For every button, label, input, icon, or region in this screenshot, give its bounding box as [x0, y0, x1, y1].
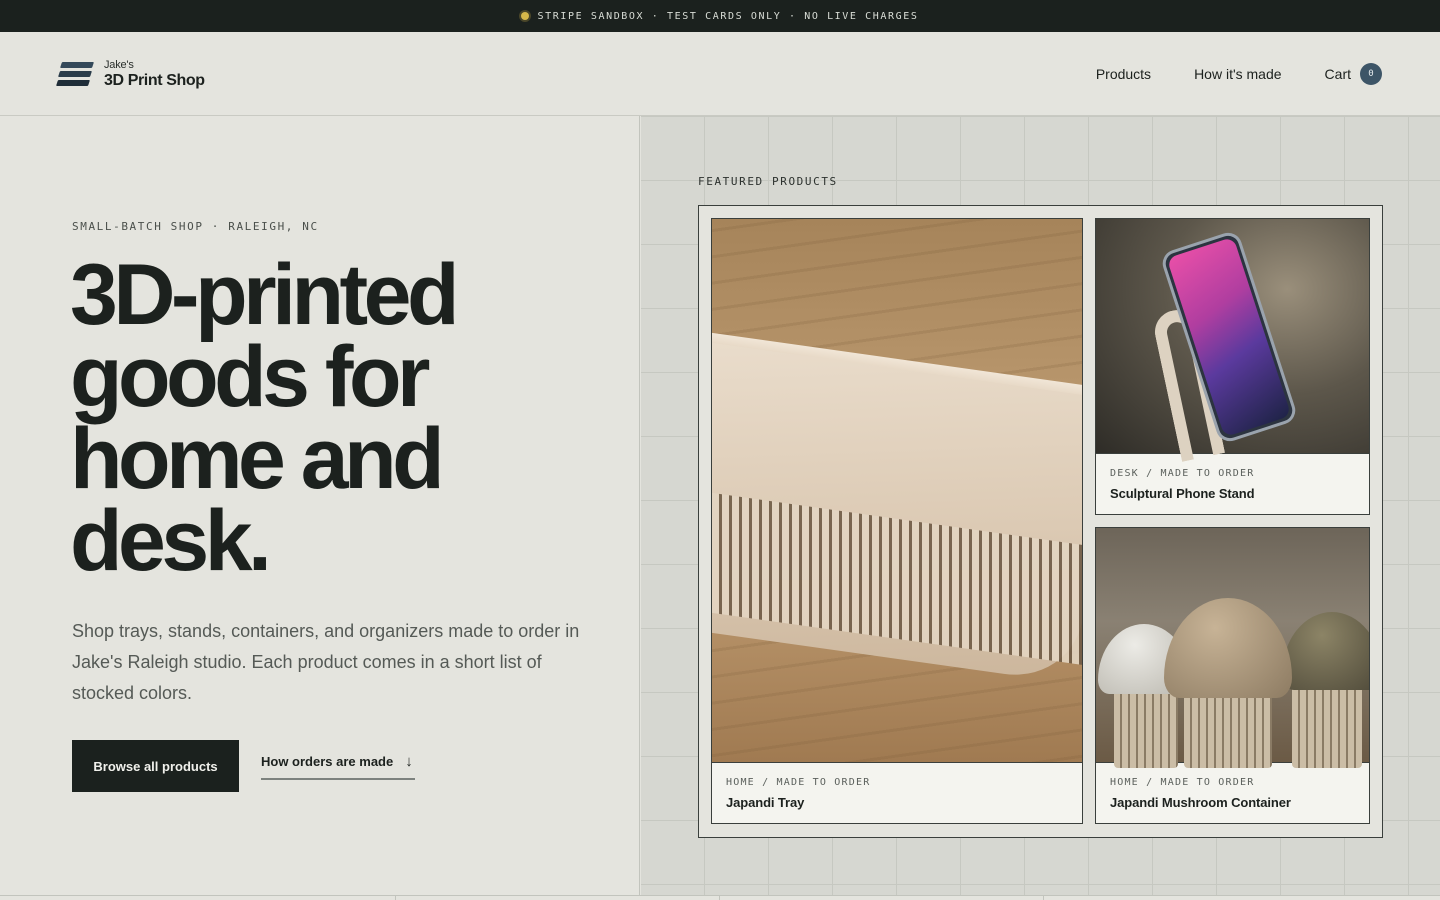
product-card-phone-stand[interactable]: DESK / MADE TO ORDER Sculptural Phone St… — [1095, 218, 1370, 515]
nav-link-how-its-made[interactable]: How it's made — [1194, 66, 1281, 82]
status-dot-icon — [521, 12, 530, 20]
product-name: Japandi Tray — [726, 795, 805, 810]
featured-section: FEATURED PRODUCTS HOME / MADE TO ORDER J… — [641, 116, 1440, 896]
site-logo[interactable]: Jake's 3D Print Shop — [56, 60, 205, 89]
main-nav: Products How it's made Cart 0 — [1053, 32, 1382, 116]
logo-layers-icon — [56, 61, 94, 89]
hero-section: SMALL-BATCH SHOP · RALEIGH, NC 3D-printe… — [0, 116, 640, 896]
how-orders-made-link[interactable]: How orders are made ↓ — [261, 754, 415, 780]
site-header: Jake's 3D Print Shop Products How it's m… — [0, 32, 1440, 116]
product-category: HOME / MADE TO ORDER — [1110, 777, 1255, 788]
sandbox-banner-text: STRIPE SANDBOX · TEST CARDS ONLY · NO LI… — [537, 10, 919, 22]
cart-count-badge: 0 — [1360, 63, 1382, 85]
sandbox-banner: STRIPE SANDBOX · TEST CARDS ONLY · NO LI… — [0, 0, 1440, 32]
nav-link-products[interactable]: Products — [1096, 66, 1151, 82]
mushroom-container-image — [1096, 528, 1369, 768]
phone-stand-image — [1096, 219, 1369, 462]
product-name: Japandi Mushroom Container — [1110, 795, 1291, 810]
hero-eyebrow: SMALL-BATCH SHOP · RALEIGH, NC — [72, 220, 319, 233]
product-card-japandi-tray[interactable]: HOME / MADE TO ORDER Japandi Tray — [711, 218, 1083, 824]
japandi-tray-image — [712, 219, 1082, 763]
cart-label: Cart — [1324, 66, 1351, 82]
product-category: DESK / MADE TO ORDER — [1110, 468, 1255, 479]
how-orders-made-label: How orders are made — [261, 754, 394, 769]
product-card-mushroom-container[interactable]: HOME / MADE TO ORDER Japandi Mushroom Co… — [1095, 527, 1370, 824]
logo-wordmark: Jake's 3D Print Shop — [104, 60, 205, 89]
cart-button[interactable]: Cart 0 — [1325, 63, 1382, 85]
featured-products-grid: HOME / MADE TO ORDER Japandi Tray DESK /… — [698, 205, 1383, 838]
product-name: Sculptural Phone Stand — [1110, 486, 1255, 501]
bottom-divider — [0, 895, 1440, 900]
hero-headline: 3D-printed goods for home and desk. — [70, 247, 460, 589]
product-category: HOME / MADE TO ORDER — [726, 777, 871, 788]
logo-small-text: Jake's — [104, 59, 134, 71]
arrow-down-icon: ↓ — [405, 753, 413, 770]
browse-products-button[interactable]: Browse all products — [72, 740, 239, 792]
featured-products-label: FEATURED PRODUCTS — [698, 175, 838, 188]
logo-big-text: 3D Print Shop — [104, 72, 205, 89]
hero-description: Shop trays, stands, containers, and orga… — [72, 621, 580, 703]
